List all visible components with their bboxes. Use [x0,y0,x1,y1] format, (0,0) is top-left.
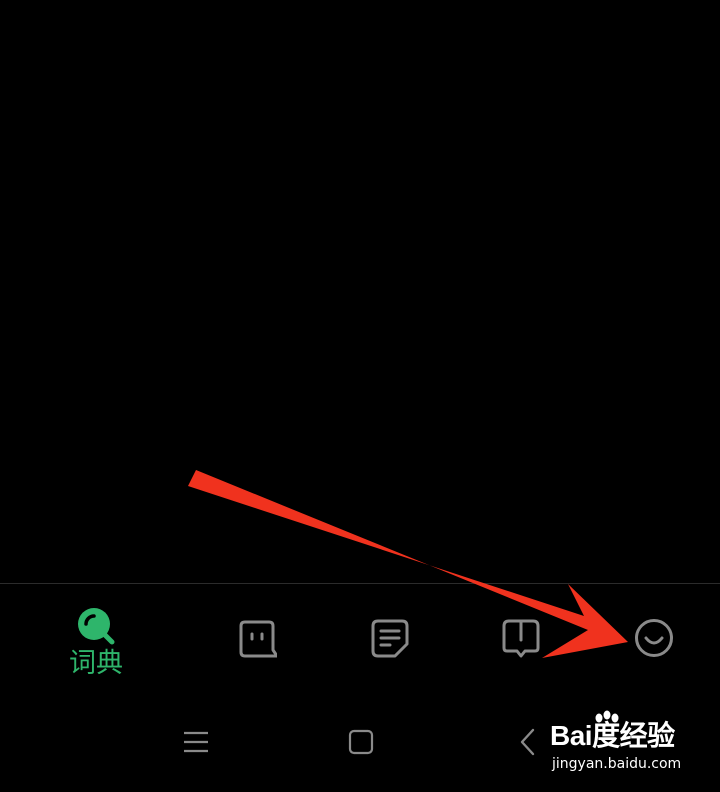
content-area [0,0,720,583]
tab-book[interactable] [461,584,581,696]
watermark: Bai度经验 jingyan.baidu.com [548,710,698,780]
tab-me[interactable] [594,584,714,696]
tab-notes[interactable] [330,584,450,696]
tab-dictionary-label: 词典 [69,648,123,679]
chat-bubble-icon [239,620,277,658]
smiley-icon [635,619,673,657]
watermark-domain: jingyan.baidu.com [552,756,682,772]
book-icon [502,619,540,658]
tab-dictionary[interactable]: 词典 [36,584,156,696]
bottom-tab-bar: 词典 [0,584,720,696]
notes-icon [371,619,409,658]
app-screen: 词典 Bai度经验 jingyan.baidu.com [0,0,720,792]
menu-icon[interactable] [180,726,212,758]
back-chevron-icon[interactable] [512,726,544,758]
paw-icon [595,710,619,723]
tab-chat[interactable] [197,584,317,696]
home-square-icon[interactable] [345,726,377,758]
search-icon [78,608,115,645]
